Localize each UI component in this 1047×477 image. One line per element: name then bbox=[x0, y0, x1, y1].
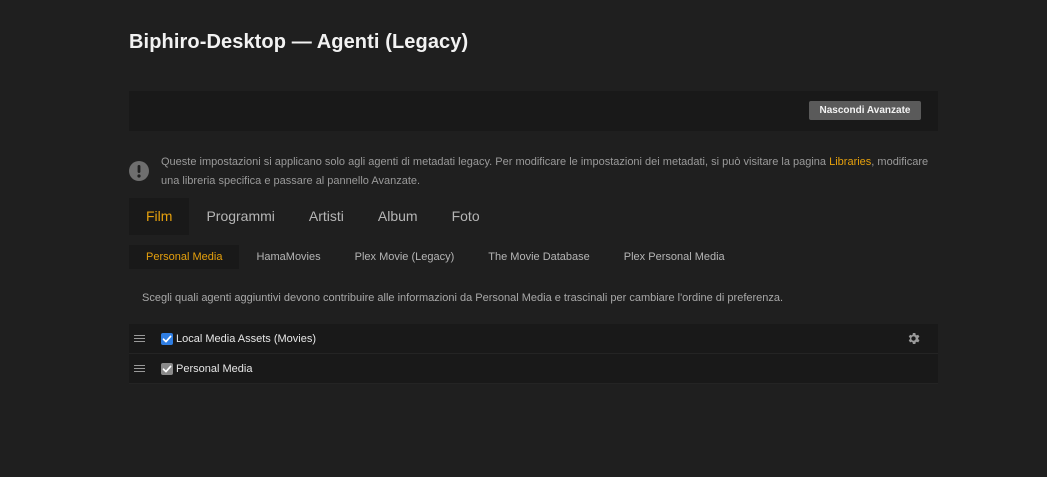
gear-icon[interactable] bbox=[906, 331, 921, 346]
agent-name: Personal Media bbox=[176, 363, 253, 375]
top-toolbar: Nascondi Avanzate bbox=[129, 91, 938, 131]
drag-handle-icon[interactable] bbox=[134, 365, 145, 373]
tab-album[interactable]: Album bbox=[361, 198, 435, 235]
tab-foto[interactable]: Foto bbox=[435, 198, 497, 235]
page-title: Biphiro-Desktop — Agenti (Legacy) bbox=[129, 31, 469, 53]
libraries-link[interactable]: Libraries bbox=[829, 156, 871, 168]
notice-text: Queste impostazioni si applicano solo ag… bbox=[161, 153, 941, 191]
subtab-plex-personal-media[interactable]: Plex Personal Media bbox=[607, 245, 742, 269]
subtab-the-movie-database[interactable]: The Movie Database bbox=[471, 245, 607, 269]
page: Biphiro-Desktop — Agenti (Legacy) Nascon… bbox=[0, 0, 1047, 477]
agent-row: Local Media Assets (Movies) bbox=[129, 324, 938, 354]
agent-tabs: Personal Media HamaMovies Plex Movie (Lega… bbox=[129, 245, 742, 269]
tab-film[interactable]: Film bbox=[129, 198, 190, 235]
subtab-plex-movie-legacy[interactable]: Plex Movie (Legacy) bbox=[338, 245, 472, 269]
agent-list: Local Media Assets (Movies) Personal Medi… bbox=[129, 324, 938, 384]
legacy-notice: Queste impostazioni si applicano solo ag… bbox=[129, 153, 938, 193]
checkmark-icon bbox=[162, 335, 172, 343]
hide-advanced-button[interactable]: Nascondi Avanzate bbox=[809, 101, 921, 120]
agent-row: Personal Media bbox=[129, 354, 938, 384]
checkmark-icon bbox=[162, 365, 172, 373]
drag-handle-icon[interactable] bbox=[134, 335, 145, 343]
subtab-hamamovies[interactable]: HamaMovies bbox=[239, 245, 337, 269]
exclamation-circle-icon bbox=[129, 161, 149, 181]
subtab-personal-media[interactable]: Personal Media bbox=[129, 245, 240, 269]
agent-checkbox[interactable] bbox=[161, 333, 173, 345]
media-type-tabs: Film Programmi Artisti Album Foto bbox=[129, 198, 497, 235]
tab-programmi[interactable]: Programmi bbox=[189, 198, 291, 235]
tab-artisti[interactable]: Artisti bbox=[292, 198, 361, 235]
agent-name: Local Media Assets (Movies) bbox=[176, 333, 316, 345]
agent-checkbox[interactable] bbox=[161, 363, 173, 375]
agents-hint: Scegli quali agenti aggiuntivi devono co… bbox=[142, 292, 784, 304]
notice-text-before: Queste impostazioni si applicano solo ag… bbox=[161, 156, 830, 168]
